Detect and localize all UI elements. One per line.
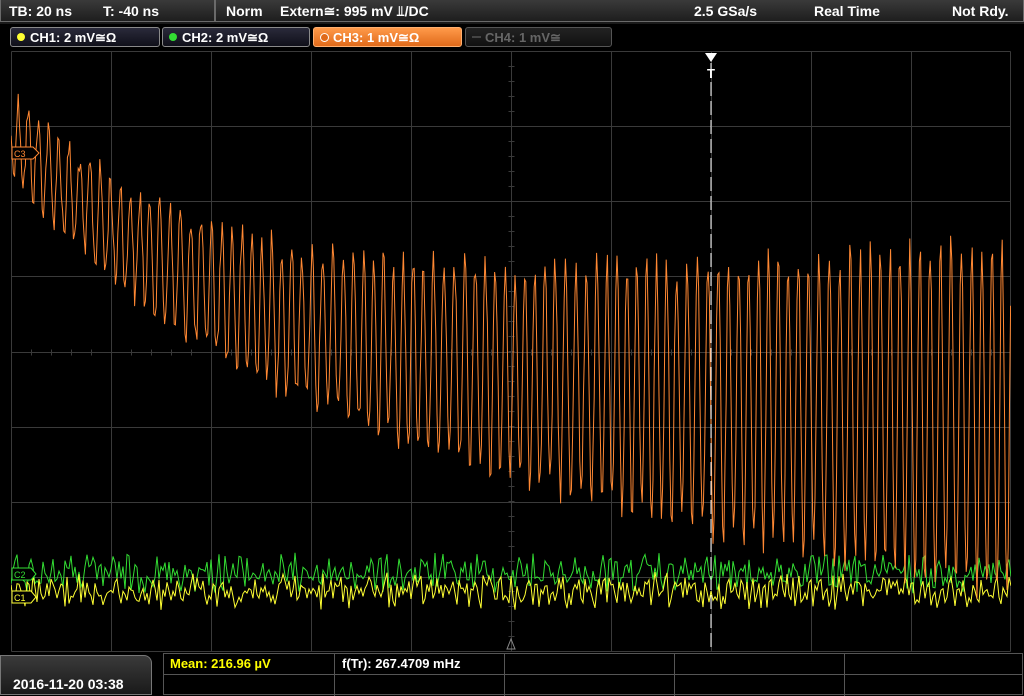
trigger-marker-label: T bbox=[707, 66, 715, 81]
trigger-panel[interactable]: Norm Extern≅: 995 mV ⫫/DC 2.5 GSa/s Real… bbox=[215, 0, 1024, 22]
trigger-mode: Norm bbox=[226, 3, 263, 19]
channel-bar: CH1: 2 mV≅Ω CH2: 2 mV≅Ω CH3: 1 mV≅Ω CH4:… bbox=[0, 24, 1024, 50]
graticule bbox=[11, 51, 1011, 652]
waveform-canvas[interactable]: T C3 C2 C1 bbox=[11, 51, 1011, 652]
channel-4-button[interactable]: CH4: 1 mV≅ bbox=[465, 27, 612, 47]
measurement-table[interactable]: Mean: 216.96 µV f(Tr): 267.4709 mHz bbox=[163, 653, 1023, 696]
status-bar: TB: 20 ns T: -40 ns Norm Extern≅: 995 mV… bbox=[0, 0, 1024, 24]
trigger-status: Not Rdy. bbox=[952, 3, 1009, 19]
channel-4-off-icon bbox=[472, 36, 481, 38]
channel-2-ref-marker[interactable]: C2 bbox=[11, 567, 37, 581]
timebase-value: TB: 20 ns bbox=[9, 3, 73, 19]
channel-2-label: CH2: 2 mV≅Ω bbox=[182, 30, 269, 45]
channel-3-trace bbox=[11, 93, 1011, 599]
channel-3-ref-label: C3 bbox=[14, 149, 26, 159]
trigger-position-icon[interactable] bbox=[705, 53, 717, 62]
timebase-panel[interactable]: TB: 20 ns T: -40 ns bbox=[0, 0, 215, 22]
bottom-bar: 2016-11-20 03:38 Mean: 216.96 µV f(Tr): … bbox=[0, 653, 1024, 696]
waveform-display[interactable]: T C3 C2 C1 bbox=[11, 51, 1011, 652]
channel-2-ref-label: C2 bbox=[14, 570, 26, 580]
sample-rate: 2.5 GSa/s bbox=[694, 3, 758, 19]
measurement-mean: Mean: 216.96 µV bbox=[170, 656, 271, 671]
channel-1-indicator-icon bbox=[17, 33, 25, 41]
channel-3-label: CH3: 1 mV≅Ω bbox=[333, 30, 420, 45]
channel-1-ref-marker[interactable]: C1 bbox=[11, 590, 37, 604]
channel-3-button[interactable]: CH3: 1 mV≅Ω bbox=[313, 27, 462, 47]
trigger-source: Extern≅: 995 mV ⫫/DC bbox=[280, 3, 429, 19]
channel-1-button[interactable]: CH1: 2 mV≅Ω bbox=[10, 27, 160, 47]
channel-3-ref-marker[interactable]: C3 bbox=[11, 146, 40, 160]
channel-2-button[interactable]: CH2: 2 mV≅Ω bbox=[162, 27, 310, 47]
datetime-panel: 2016-11-20 03:38 bbox=[0, 655, 152, 695]
datetime-value: 2016-11-20 03:38 bbox=[13, 676, 124, 692]
trigger-time-value: T: -40 ns bbox=[103, 3, 160, 19]
acquisition-mode: Real Time bbox=[814, 3, 880, 19]
channel-4-label: CH4: 1 mV≅ bbox=[485, 30, 561, 45]
measurement-frequency: f(Tr): 267.4709 mHz bbox=[342, 656, 461, 671]
channel-3-indicator-icon bbox=[320, 33, 329, 42]
channel-1-label: CH1: 2 mV≅Ω bbox=[30, 30, 117, 45]
channel-1-ref-label: C1 bbox=[14, 593, 26, 603]
channel-2-indicator-icon bbox=[169, 33, 177, 41]
